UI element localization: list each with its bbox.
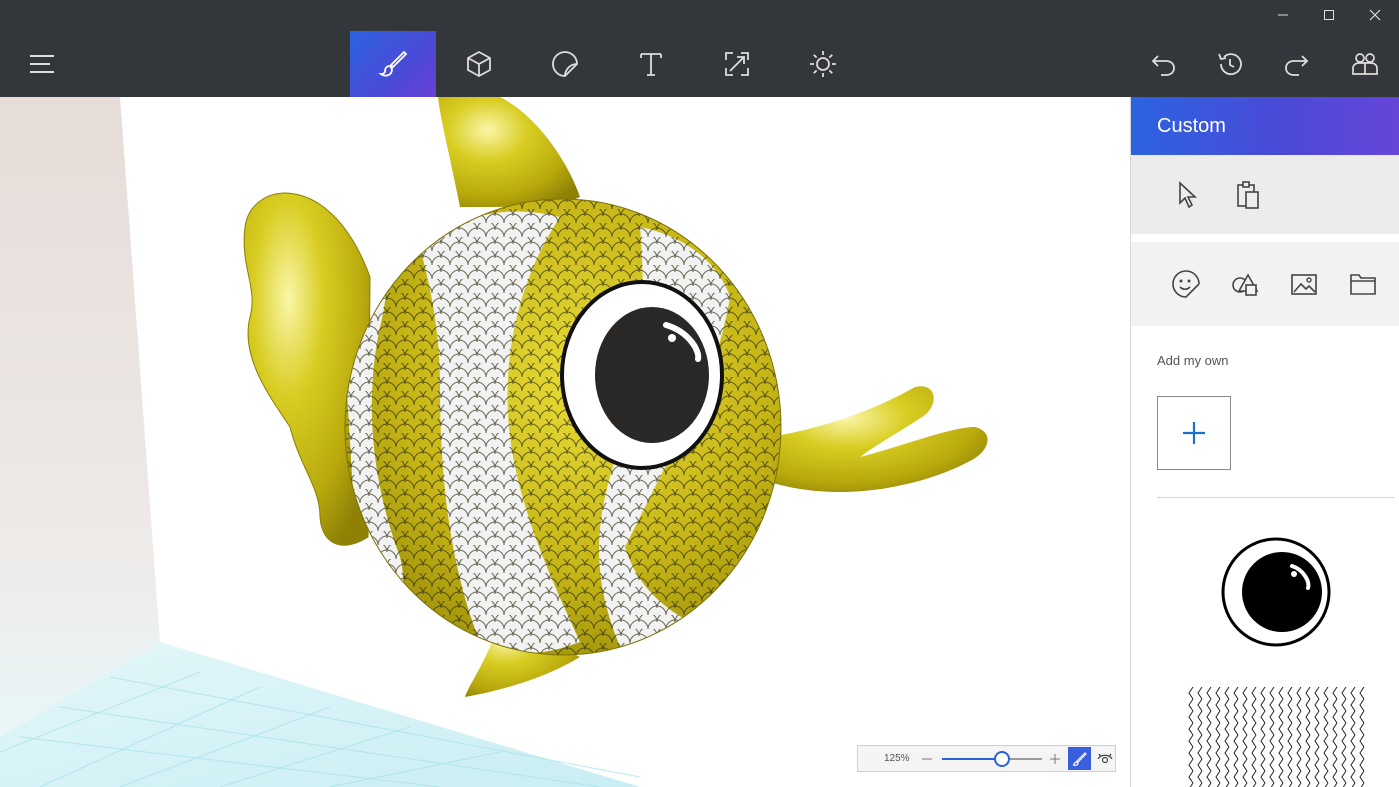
app-toolbar [0,0,1399,97]
remix3d-icon[interactable] [1343,42,1387,86]
3d-shapes-icon[interactable] [436,31,522,97]
undo-icon[interactable] [1141,42,1185,86]
hamburger-menu-icon[interactable] [20,42,64,86]
edit-view-icon[interactable] [1068,747,1091,770]
scales-texture[interactable] [1187,687,1367,787]
panel-tool-row [1131,155,1399,234]
folder-icon[interactable] [1343,264,1383,304]
history-icon[interactable] [1208,42,1252,86]
add-my-own-button[interactable] [1157,396,1231,470]
brushes-icon[interactable] [350,31,436,97]
maximize-icon[interactable] [1306,0,1352,30]
zoom-slider[interactable] [942,750,1042,768]
panel-title: Custom [1157,115,1226,137]
stickers-face-icon[interactable] [1166,264,1206,304]
plus-icon [1183,422,1205,444]
stickers-icon[interactable] [522,31,608,97]
zoom-bar: 125% [857,745,1116,772]
canvas-icon[interactable] [694,31,780,97]
zoom-out-button[interactable] [920,752,934,766]
add-my-own-label: Add my own [1157,353,1229,368]
text-icon[interactable] [608,31,694,97]
redo-icon[interactable] [1275,42,1319,86]
eye-sticker[interactable] [1220,536,1332,648]
shapes-icon[interactable] [1225,264,1265,304]
panel-divider [1157,497,1394,498]
paste-icon[interactable] [1228,175,1268,215]
image-icon[interactable] [1284,264,1324,304]
minimize-icon[interactable] [1260,0,1306,30]
zoom-in-button[interactable] [1048,752,1062,766]
sticker-category-row [1131,242,1399,326]
stickers-panel: Custom Add my own [1130,97,1399,787]
panel-header: Custom [1131,97,1399,155]
effects-icon[interactable] [780,31,866,97]
zoom-value: 125% [884,753,910,764]
close-icon[interactable] [1352,0,1398,30]
view-3d-icon[interactable] [1093,747,1116,770]
zoom-slider-thumb[interactable] [994,751,1010,767]
select-pointer-icon[interactable] [1167,175,1207,215]
3d-canvas[interactable] [0,97,1130,787]
